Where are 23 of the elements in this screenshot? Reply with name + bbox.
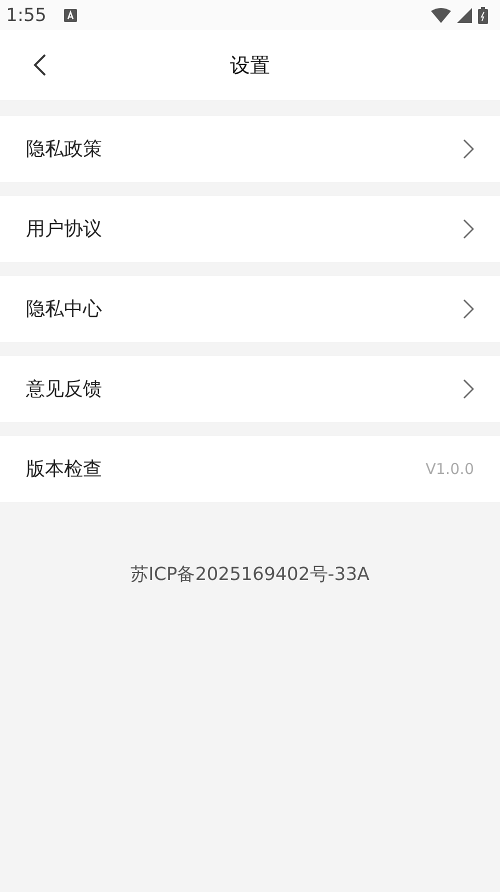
row-label: 隐私政策 <box>26 137 102 162</box>
row-label: 隐私中心 <box>26 297 102 322</box>
signal-icon <box>457 8 472 22</box>
chevron-right-icon <box>463 139 474 159</box>
status-time: 1:55 <box>6 4 46 26</box>
page-title: 设置 <box>230 52 270 78</box>
wifi-icon <box>431 8 451 22</box>
settings-row[interactable]: 用户协议 <box>0 196 500 262</box>
settings-row[interactable]: 隐私政策 <box>0 116 500 182</box>
icp-number: 苏ICP备2025169402号-33A <box>130 563 370 586</box>
chevron-right-icon <box>463 379 474 399</box>
battery-icon <box>478 6 488 24</box>
settings-row[interactable]: 隐私中心 <box>0 276 500 342</box>
notification-icon <box>64 8 78 22</box>
row-label: 意见反馈 <box>26 377 102 402</box>
back-icon[interactable] <box>33 53 47 77</box>
version-value: V1.0.0 <box>426 460 474 478</box>
row-label: 用户协议 <box>26 217 102 242</box>
settings-row[interactable]: 版本检查 V1.0.0 <box>0 436 500 502</box>
settings-row[interactable]: 意见反馈 <box>0 356 500 422</box>
row-label: 版本检查 <box>26 457 102 482</box>
chevron-right-icon <box>463 299 474 319</box>
chevron-right-icon <box>463 219 474 239</box>
